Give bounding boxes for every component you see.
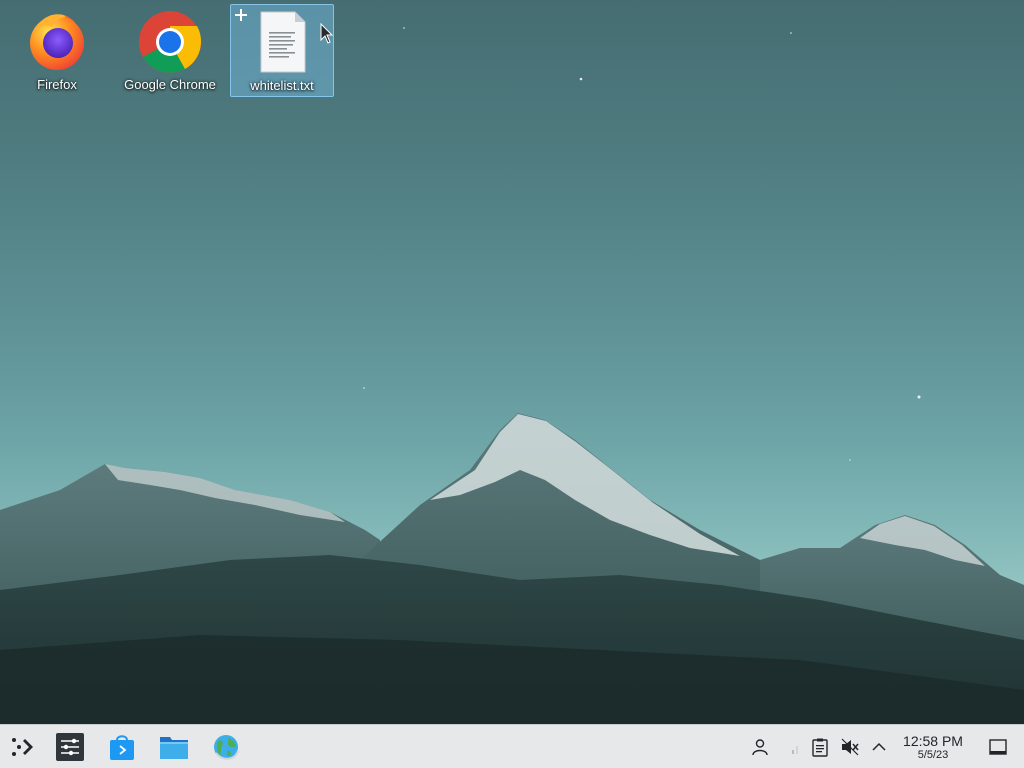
desktop-icon-label: Firefox bbox=[37, 77, 77, 92]
taskbar: 12:58 PM 5/5/23 bbox=[0, 724, 1024, 768]
desktop-icon-firefox[interactable]: Firefox bbox=[5, 4, 109, 97]
show-desktop-icon[interactable] bbox=[988, 737, 1008, 757]
network-icon[interactable] bbox=[783, 737, 803, 757]
firefox-icon bbox=[30, 14, 84, 70]
store-bag-icon[interactable] bbox=[106, 731, 138, 763]
desktop-icon-whitelist-txt[interactable]: whitelist.txt bbox=[230, 4, 334, 97]
desktop-icon-label: whitelist.txt bbox=[250, 78, 314, 93]
digital-clock[interactable]: 12:58 PM 5/5/23 bbox=[894, 733, 972, 762]
add-plus-icon[interactable] bbox=[233, 7, 249, 23]
desktop[interactable]: Firefox Google Chrome whitelist.txt bbox=[0, 0, 1024, 724]
text-file-icon bbox=[260, 11, 306, 73]
folder-icon[interactable] bbox=[158, 731, 190, 763]
wallpaper-mountains bbox=[0, 27, 1024, 724]
clock-time: 12:58 PM bbox=[903, 733, 963, 749]
chevron-up-icon[interactable] bbox=[869, 737, 889, 757]
settings-icon[interactable] bbox=[54, 731, 86, 763]
mouse-cursor-icon bbox=[320, 23, 334, 44]
desktop-icon-google-chrome[interactable]: Google Chrome bbox=[118, 4, 222, 97]
volume-muted-icon[interactable] bbox=[840, 737, 860, 757]
user-icon[interactable] bbox=[750, 737, 770, 757]
chrome-icon bbox=[139, 11, 202, 73]
app-launcher-icon[interactable] bbox=[6, 731, 38, 763]
globe-icon[interactable] bbox=[210, 731, 242, 763]
clipboard-icon[interactable] bbox=[810, 737, 830, 757]
clock-date: 5/5/23 bbox=[917, 749, 949, 761]
desktop-icon-label: Google Chrome bbox=[124, 77, 216, 92]
